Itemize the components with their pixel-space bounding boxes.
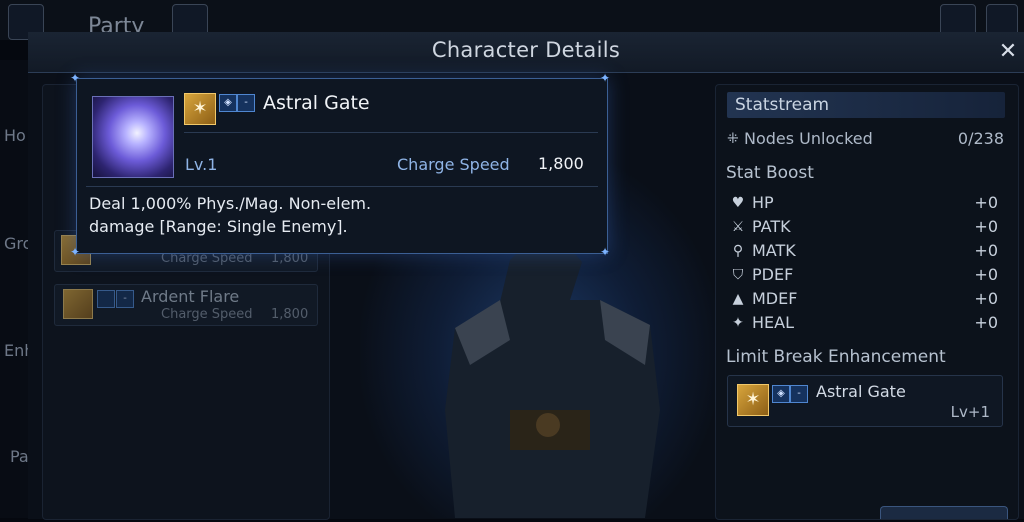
stat-row-patk: ⚔ PATK +0 — [730, 217, 998, 239]
stat-value: +0 — [974, 265, 998, 284]
corner-sparkle-icon: ✦ — [70, 71, 81, 85]
stat-value: +0 — [974, 193, 998, 212]
element-icon — [97, 290, 115, 308]
statstream-title: Statstream — [735, 95, 830, 115]
limit-break-name: Astral Gate — [816, 382, 906, 401]
stat-label: HP — [752, 193, 774, 212]
limit-break-icon: ✶ — [184, 93, 216, 125]
staff-icon: ⚲ — [732, 243, 744, 259]
stat-value: +0 — [974, 241, 998, 260]
charge-speed-value: 1,800 — [271, 307, 309, 322]
minus-icon: - — [237, 94, 255, 112]
element-icon: ◈ — [772, 385, 790, 403]
flare-icon — [63, 289, 93, 319]
heart-icon: ♥ — [731, 195, 745, 211]
nodes-unlocked-label: Nodes Unlocked — [744, 129, 873, 148]
corner-sparkle-icon: ✦ — [70, 245, 81, 259]
element-icon: ◈ — [219, 94, 237, 112]
bottom-button[interactable] — [880, 506, 1008, 519]
sword-icon: ⚔ — [731, 219, 745, 235]
charge-speed-label: Charge Speed — [397, 155, 510, 174]
limit-break-level: Lv+1 — [950, 403, 990, 421]
close-button[interactable]: ✕ — [996, 40, 1020, 64]
ability-description: Deal 1,000% Phys./Mag. Non-elem. damage … — [89, 194, 372, 236]
charge-speed-label: Charge Speed — [161, 307, 253, 322]
limit-break-icon: ✶ — [737, 384, 769, 416]
stat-label: MDEF — [752, 289, 798, 308]
nodes-icon: ⁜ — [727, 131, 739, 147]
corner-sparkle-icon: ✦ — [600, 71, 611, 85]
corner-sparkle-icon: ✦ — [600, 245, 611, 259]
ability-level: Lv.1 — [185, 155, 218, 174]
modal-title: Character Details — [431, 38, 621, 62]
stat-boost-title: Stat Boost — [726, 163, 814, 183]
nodes-unlocked-value: 0/238 — [957, 129, 1004, 148]
hat-icon: ▲ — [732, 291, 744, 307]
stat-row-mdef: ▲ MDEF +0 — [730, 289, 998, 311]
stat-row-heal: ✦ HEAL +0 — [730, 313, 998, 335]
limit-break-title: Limit Break Enhancement — [726, 347, 946, 367]
charge-speed-value: 1,800 — [538, 154, 584, 173]
ability-name: Astral Gate — [263, 92, 370, 114]
minus-icon: - — [116, 290, 134, 308]
shield-icon: ⛉ — [732, 267, 744, 283]
stat-row-matk: ⚲ MATK +0 — [730, 241, 998, 263]
stat-label: HEAL — [752, 313, 794, 332]
stat-value: +0 — [974, 313, 998, 332]
stat-row-pdef: ⛉ PDEF +0 — [730, 265, 998, 287]
sparkle-icon: ✦ — [732, 315, 744, 331]
nav-label-home[interactable]: Ho — [4, 126, 26, 145]
ability-name: Ardent Flare — [141, 287, 240, 306]
stat-row-hp: ♥ HP +0 — [730, 193, 998, 215]
stat-value: +0 — [974, 289, 998, 308]
divider — [86, 186, 598, 187]
stat-label: PDEF — [752, 265, 794, 284]
minus-icon: - — [790, 385, 808, 403]
stat-value: +0 — [974, 217, 998, 236]
ability-row[interactable]: - Ardent Flare Charge Speed 1,800 — [54, 284, 318, 326]
ability-thumbnail — [92, 96, 174, 178]
stat-label: PATK — [752, 217, 791, 236]
divider — [184, 132, 598, 133]
nav-label-party[interactable]: Pa — [10, 447, 29, 466]
stat-label: MATK — [752, 241, 796, 260]
